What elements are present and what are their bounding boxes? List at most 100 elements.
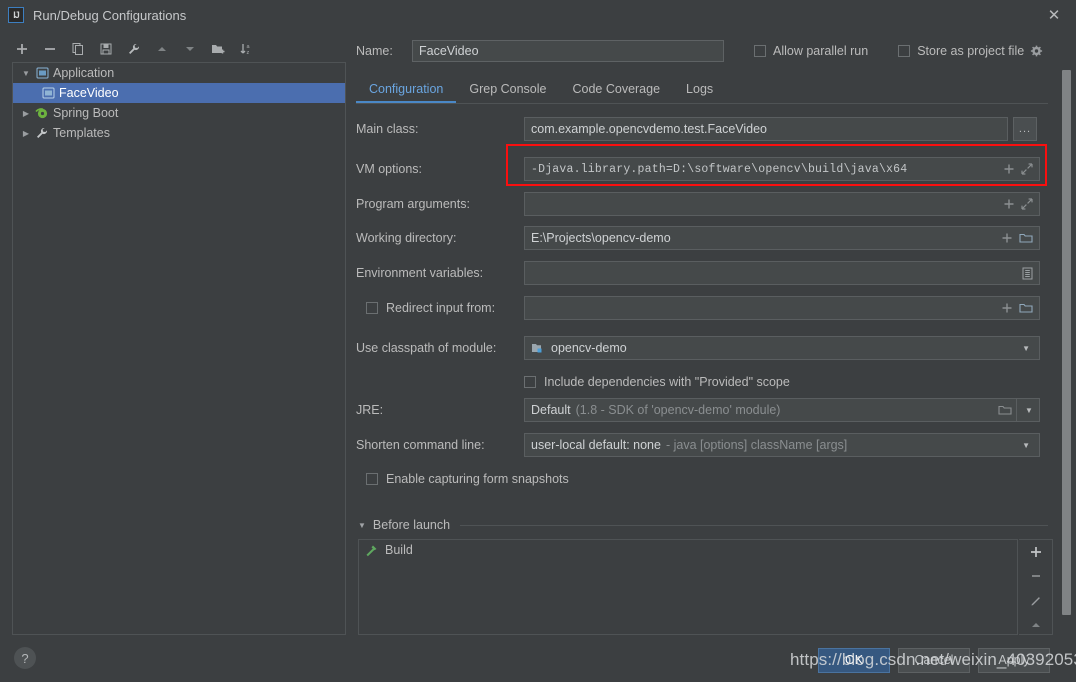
- save-configuration-button[interactable]: [94, 37, 118, 61]
- redirect-input-checkbox[interactable]: Redirect input from:: [356, 301, 524, 315]
- working-directory-value: E:\Projects\opencv-demo: [531, 231, 995, 245]
- jre-input[interactable]: Default (1.8 - SDK of 'opencv-demo' modu…: [524, 398, 1017, 422]
- shorten-command-line-value: user-local default: none: [531, 438, 661, 452]
- application-icon: [33, 67, 51, 79]
- shorten-command-line-row: Shorten command line: user-local default…: [356, 433, 1050, 457]
- move-task-up-button[interactable]: [1023, 616, 1049, 634]
- program-arguments-row: Program arguments:: [356, 192, 1050, 216]
- tree-item-facevideo[interactable]: FaceVideo: [13, 83, 345, 103]
- watermark-text: https://blog.csdn.net/weixin_40392053: [790, 650, 1076, 670]
- include-provided-scope-checkbox[interactable]: Include dependencies with "Provided" sco…: [524, 370, 790, 394]
- remove-task-button[interactable]: [1023, 567, 1049, 585]
- before-launch-label: Before launch: [373, 518, 450, 532]
- redirect-input-input[interactable]: [524, 296, 1040, 320]
- enable-form-snapshots-checkbox[interactable]: Enable capturing form snapshots: [366, 467, 569, 491]
- folder-icon[interactable]: [1019, 232, 1033, 244]
- jre-dropdown-button[interactable]: ▼: [1017, 398, 1040, 422]
- new-folder-icon[interactable]: [206, 37, 230, 61]
- vm-options-input[interactable]: -Djava.library.path=D:\software\opencv\b…: [524, 157, 1040, 181]
- chevron-down-icon[interactable]: ▼: [358, 521, 366, 530]
- tree-item-label: Application: [53, 66, 114, 80]
- add-configuration-button[interactable]: [10, 37, 34, 61]
- copy-configuration-button[interactable]: [66, 37, 90, 61]
- before-launch-actions: [1019, 539, 1053, 635]
- chevron-down-icon[interactable]: ▼: [1017, 441, 1035, 450]
- vm-options-label: VM options:: [356, 162, 524, 176]
- chevron-down-icon[interactable]: ▼: [19, 69, 33, 78]
- window-title: Run/Debug Configurations: [33, 8, 186, 23]
- chevron-right-icon[interactable]: ▶: [19, 129, 33, 138]
- help-button[interactable]: ?: [14, 647, 36, 669]
- tab-configuration[interactable]: Configuration: [356, 78, 456, 103]
- chevron-down-icon[interactable]: ▼: [1020, 406, 1038, 415]
- before-launch-list[interactable]: Build: [358, 539, 1018, 635]
- jre-row: JRE: Default (1.8 - SDK of 'opencv-demo'…: [356, 398, 1050, 422]
- title-bar: IJ Run/Debug Configurations ✕: [0, 0, 1076, 30]
- shorten-command-line-dropdown[interactable]: user-local default: none - java [options…: [524, 433, 1040, 457]
- sort-az-icon[interactable]: a z: [234, 37, 258, 61]
- before-launch-header[interactable]: ▼ Before launch: [358, 517, 1048, 533]
- use-classpath-dropdown[interactable]: opencv-demo ▼: [524, 336, 1040, 360]
- checkbox-box[interactable]: [366, 473, 378, 485]
- vm-options-value: -Djava.library.path=D:\software\opencv\b…: [531, 163, 997, 176]
- wrench-icon[interactable]: [122, 37, 146, 61]
- intellij-idea-icon: IJ: [8, 7, 24, 23]
- plus-icon[interactable]: [1003, 198, 1015, 210]
- tree-item-templates[interactable]: ▶ Templates: [13, 123, 345, 143]
- vertical-scrollbar[interactable]: [1062, 70, 1071, 615]
- tab-grep-console[interactable]: Grep Console: [456, 78, 559, 103]
- checkbox-box[interactable]: [366, 302, 378, 314]
- tree-item-spring-boot[interactable]: ▶ Spring Boot: [13, 103, 345, 123]
- move-up-button[interactable]: [150, 37, 174, 61]
- expand-icon[interactable]: [1021, 198, 1033, 210]
- redirect-input-label: Redirect input from:: [386, 301, 495, 315]
- tab-logs[interactable]: Logs: [673, 78, 726, 103]
- chevron-right-icon[interactable]: ▶: [19, 109, 33, 118]
- environment-variables-label: Environment variables:: [356, 266, 524, 280]
- enable-form-snapshots-label: Enable capturing form snapshots: [386, 472, 569, 486]
- before-launch-item-label: Build: [385, 543, 413, 557]
- shorten-command-line-label: Shorten command line:: [356, 438, 524, 452]
- allow-parallel-run-checkbox[interactable]: Allow parallel run: [754, 44, 868, 58]
- plus-icon[interactable]: [1001, 232, 1013, 244]
- tree-item-application[interactable]: ▼ Application: [13, 63, 345, 83]
- store-as-project-file-checkbox[interactable]: Store as project file: [898, 44, 1043, 58]
- folder-icon[interactable]: [1019, 302, 1033, 314]
- tree-item-label: Templates: [53, 126, 110, 140]
- main-class-input[interactable]: com.example.opencvdemo.test.FaceVideo: [524, 117, 1008, 141]
- move-down-button[interactable]: [178, 37, 202, 61]
- edit-task-button[interactable]: [1023, 592, 1049, 610]
- expand-icon[interactable]: [1021, 163, 1033, 175]
- folder-icon[interactable]: [998, 404, 1012, 416]
- jre-hint: (1.8 - SDK of 'opencv-demo' module): [576, 403, 781, 417]
- main-class-label: Main class:: [356, 122, 524, 136]
- working-directory-input[interactable]: E:\Projects\opencv-demo: [524, 226, 1040, 250]
- working-directory-label: Working directory:: [356, 231, 524, 245]
- environment-variables-row: Environment variables:: [356, 261, 1050, 285]
- checkbox-box[interactable]: [524, 376, 536, 388]
- use-classpath-row: Use classpath of module: opencv-demo ▼: [356, 336, 1050, 360]
- wrench-icon: [33, 127, 51, 139]
- plus-icon[interactable]: [1001, 302, 1013, 314]
- build-hammer-icon: [365, 544, 378, 557]
- configurations-tree[interactable]: ▼ Application FaceVideo ▶ Spring Boot ▶: [12, 62, 346, 635]
- tree-item-label: Spring Boot: [53, 106, 118, 120]
- remove-configuration-button[interactable]: [38, 37, 62, 61]
- checkbox-box[interactable]: [898, 45, 910, 57]
- add-task-button[interactable]: [1023, 543, 1049, 561]
- chevron-down-icon[interactable]: ▼: [1017, 344, 1035, 353]
- redirect-input-row: Redirect input from:: [356, 296, 1050, 320]
- close-icon[interactable]: ✕: [1032, 0, 1076, 30]
- list-icon[interactable]: [1022, 267, 1033, 280]
- plus-icon[interactable]: [1003, 163, 1015, 175]
- tab-code-coverage[interactable]: Code Coverage: [559, 78, 673, 103]
- name-input[interactable]: [412, 40, 724, 62]
- use-classpath-value: opencv-demo: [551, 341, 627, 355]
- gear-icon[interactable]: [1030, 45, 1043, 58]
- browse-main-class-button[interactable]: ...: [1013, 117, 1037, 141]
- checkbox-box[interactable]: [754, 45, 766, 57]
- before-launch-item-build[interactable]: Build: [359, 540, 1017, 560]
- shorten-command-line-hint: - java [options] className [args]: [666, 438, 847, 452]
- environment-variables-input[interactable]: [524, 261, 1040, 285]
- program-arguments-input[interactable]: [524, 192, 1040, 216]
